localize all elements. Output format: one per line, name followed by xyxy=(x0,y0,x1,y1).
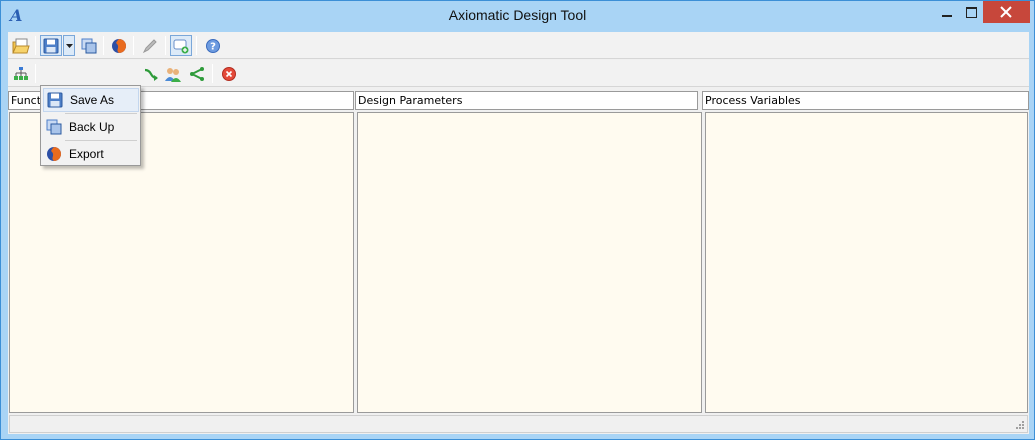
main-toolbar: ? xyxy=(8,32,1029,59)
save-dropdown-menu: Save As Back Up Export xyxy=(40,85,141,166)
title-bar[interactable]: A Axiomatic Design Tool xyxy=(1,1,1034,32)
resize-grip-icon[interactable] xyxy=(1015,420,1025,430)
save-button[interactable] xyxy=(40,35,62,56)
secondary-toolbar xyxy=(8,60,1029,87)
close-button[interactable] xyxy=(983,1,1030,23)
save-dropdown-arrow[interactable] xyxy=(63,35,75,56)
cancel-button[interactable] xyxy=(218,63,240,84)
close-icon xyxy=(1000,6,1012,18)
menu-item-label: Save As xyxy=(70,93,115,107)
branch-button[interactable] xyxy=(186,63,208,84)
open-icon xyxy=(12,38,30,53)
comment-button[interactable] xyxy=(170,35,192,56)
design-parameters-header[interactable]: Design Parameters xyxy=(355,91,698,110)
menu-item-save-as[interactable]: Save As xyxy=(43,88,139,112)
menu-item-label: Back Up xyxy=(69,120,115,134)
comment-add-icon xyxy=(173,39,189,53)
help-icon: ? xyxy=(206,38,220,53)
open-button[interactable] xyxy=(10,35,32,56)
users-icon xyxy=(165,67,181,82)
copy-icon xyxy=(81,38,97,53)
backup-icon xyxy=(45,118,63,136)
menu-item-label: Export xyxy=(69,147,104,161)
process-variables-pane[interactable] xyxy=(705,112,1028,413)
firefox-export-icon xyxy=(112,38,126,53)
arrow-right-icon xyxy=(144,68,158,81)
maximize-button[interactable] xyxy=(957,1,985,23)
save-icon xyxy=(46,91,64,109)
hierarchy-button[interactable] xyxy=(10,63,32,84)
forward-button[interactable] xyxy=(140,63,162,84)
save-icon xyxy=(43,38,59,53)
client-area: ? Functi Design Parameters Process Varia… xyxy=(8,32,1029,434)
menu-item-export[interactable]: Export xyxy=(43,142,139,166)
users-button[interactable] xyxy=(162,63,184,84)
edit-button[interactable] xyxy=(139,35,161,56)
process-variables-header[interactable]: Process Variables xyxy=(702,91,1029,110)
status-bar xyxy=(9,415,1028,433)
pen-icon xyxy=(142,38,157,53)
branch-icon xyxy=(190,66,204,81)
firefox-icon xyxy=(45,145,63,163)
cancel-icon xyxy=(222,66,236,81)
dropdown-arrow-icon xyxy=(65,43,73,48)
hierarchy-icon xyxy=(14,66,28,80)
app-window: A Axiomatic Design Tool ? Functi Design … xyxy=(0,0,1035,440)
design-parameters-pane[interactable] xyxy=(357,112,702,413)
help-button[interactable]: ? xyxy=(202,35,224,56)
window-title: Axiomatic Design Tool xyxy=(448,7,587,23)
svg-text:?: ? xyxy=(210,41,216,52)
copy-button[interactable] xyxy=(78,35,100,56)
export-button[interactable] xyxy=(108,35,130,56)
design-panes: Functi Design Parameters Process Variabl… xyxy=(8,91,1029,413)
menu-item-back-up[interactable]: Back Up xyxy=(43,115,139,139)
